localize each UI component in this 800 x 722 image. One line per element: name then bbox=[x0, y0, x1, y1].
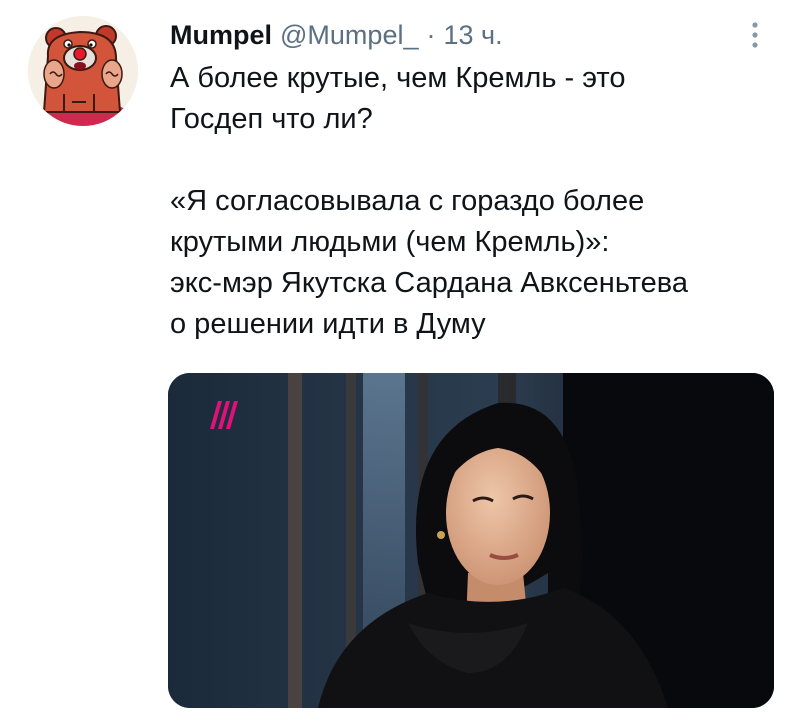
tweet-card: Mumpel @Mumpel_ · 13 ч. А более крутые, … bbox=[0, 0, 800, 722]
photo-illustration bbox=[168, 373, 774, 708]
author-handle[interactable]: @Mumpel_ bbox=[280, 18, 418, 52]
tweet-quote: «Я согласовывала с гораздо более крутыми… bbox=[170, 185, 688, 340]
tweet-comment: А более крутые, чем Кремль - это Госдеп … bbox=[170, 62, 626, 135]
tweet-media-photo[interactable] bbox=[168, 373, 774, 708]
tweet-timestamp[interactable]: 13 ч. bbox=[443, 18, 502, 52]
more-vertical-icon bbox=[752, 22, 758, 48]
more-options-button[interactable] bbox=[738, 18, 772, 52]
author-display-name[interactable]: Mumpel bbox=[170, 18, 272, 52]
cartoon-bear-avatar-icon bbox=[28, 16, 138, 126]
tweet-header: Mumpel @Mumpel_ · 13 ч. bbox=[170, 18, 503, 52]
header-separator: · bbox=[426, 20, 436, 50]
tweet-text: А более крутые, чем Кремль - это Госдеп … bbox=[170, 58, 780, 345]
avatar[interactable] bbox=[28, 16, 138, 126]
